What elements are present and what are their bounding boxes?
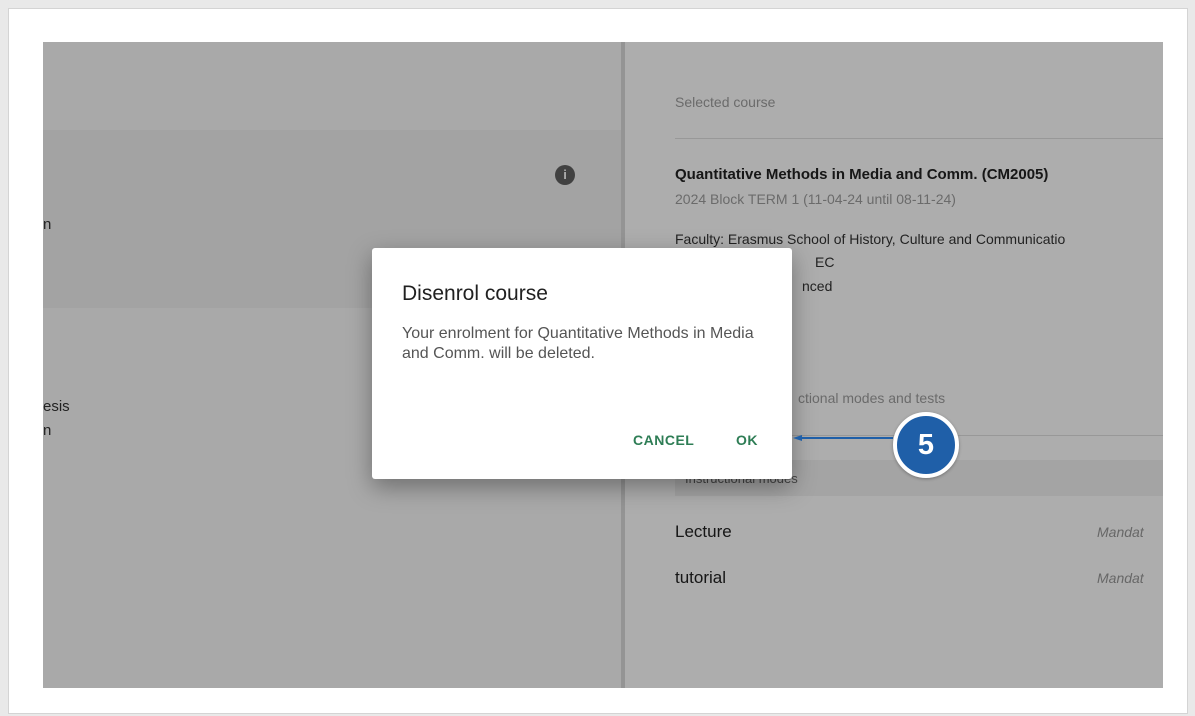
disenrol-dialog: Disenrol course Your enrolment for Quant… [372,248,792,479]
dialog-title: Disenrol course [402,282,548,305]
step-number-badge: 5 [893,412,959,478]
callout-arrow-icon [793,435,893,441]
cancel-button[interactable]: CANCEL [631,428,696,452]
app-screen: i n esis n Selected course Quantitative … [43,42,1163,688]
dialog-message: Your enrolment for Quantitative Methods … [402,325,754,362]
ok-button[interactable]: OK [734,428,760,452]
